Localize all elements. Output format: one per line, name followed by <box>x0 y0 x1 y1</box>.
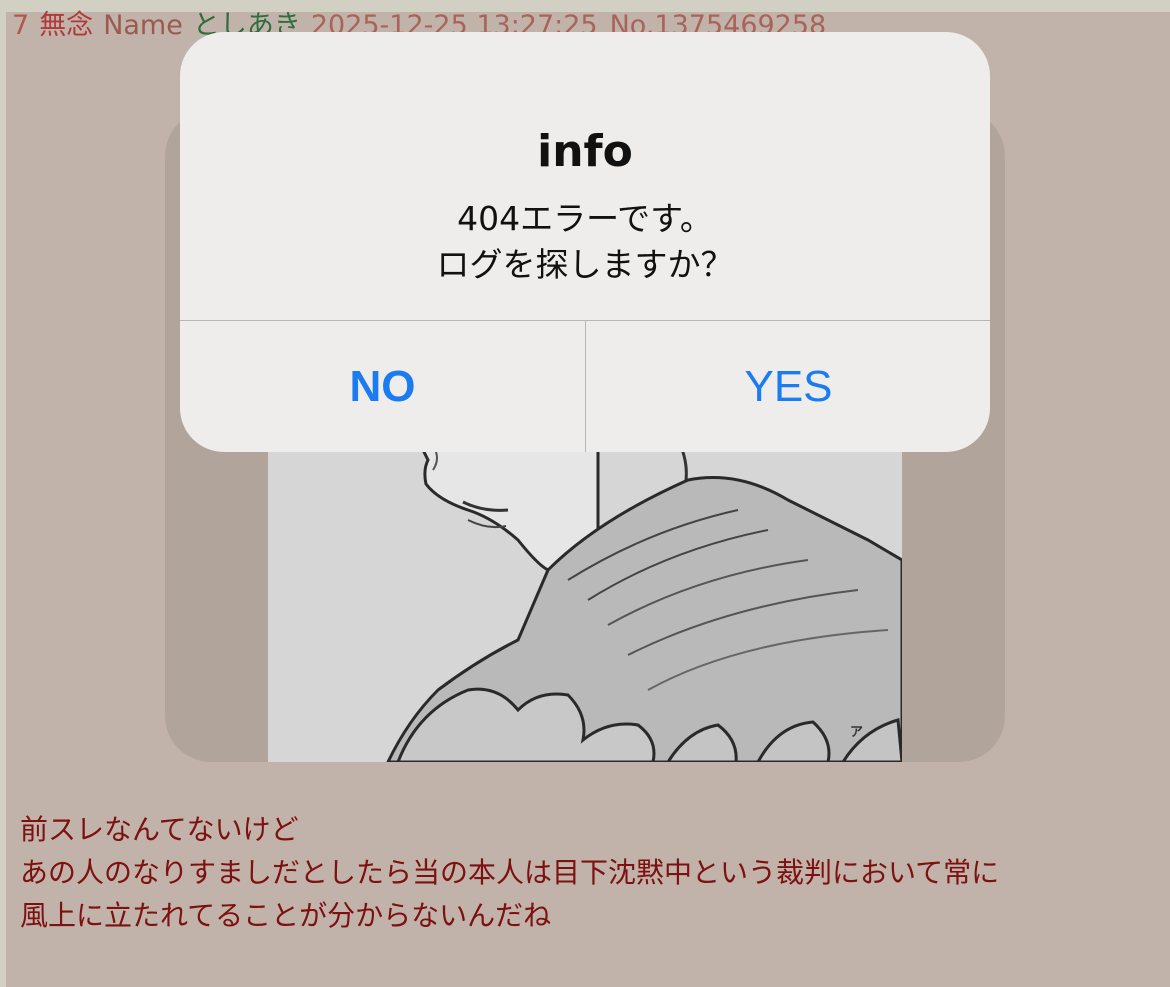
dialog-message-line: ログを探しますか？ <box>436 245 734 284</box>
name-label: Name <box>103 10 183 41</box>
post-image[interactable]: ア <box>268 440 902 762</box>
post-number: 7 <box>12 10 30 41</box>
dialog-message-line: 404エラーです。 <box>457 199 713 238</box>
post-subject: 無念 <box>39 10 94 41</box>
dialog-title: info <box>537 126 633 177</box>
thread-view: 7 無念 Name としあき 2025-12-25 13:27:25 No.1375469… <box>0 0 1170 987</box>
post-body: 前スレなんてないけど あの人のなりすましだとしたら当の本人は目下沈黙中という裁判… <box>20 808 999 937</box>
post-body-line: 風上に立たれてることが分からないんだね <box>20 899 552 932</box>
post-body-line: あの人のなりすましだとしたら当の本人は目下沈黙中という裁判において常に <box>20 856 1000 889</box>
image-corner-mark: ア <box>850 725 863 740</box>
dialog-message: 404エラーです。 ログを探しますか？ <box>180 196 990 288</box>
post-body-line: 前スレなんてないけど <box>20 813 299 846</box>
alert-dialog: info 404エラーです。 ログを探しますか？ NO YES <box>180 32 990 452</box>
manga-sketch-image: ア <box>268 440 902 762</box>
yes-button[interactable]: YES <box>586 321 990 452</box>
left-border <box>0 0 6 987</box>
no-button[interactable]: NO <box>180 321 585 452</box>
